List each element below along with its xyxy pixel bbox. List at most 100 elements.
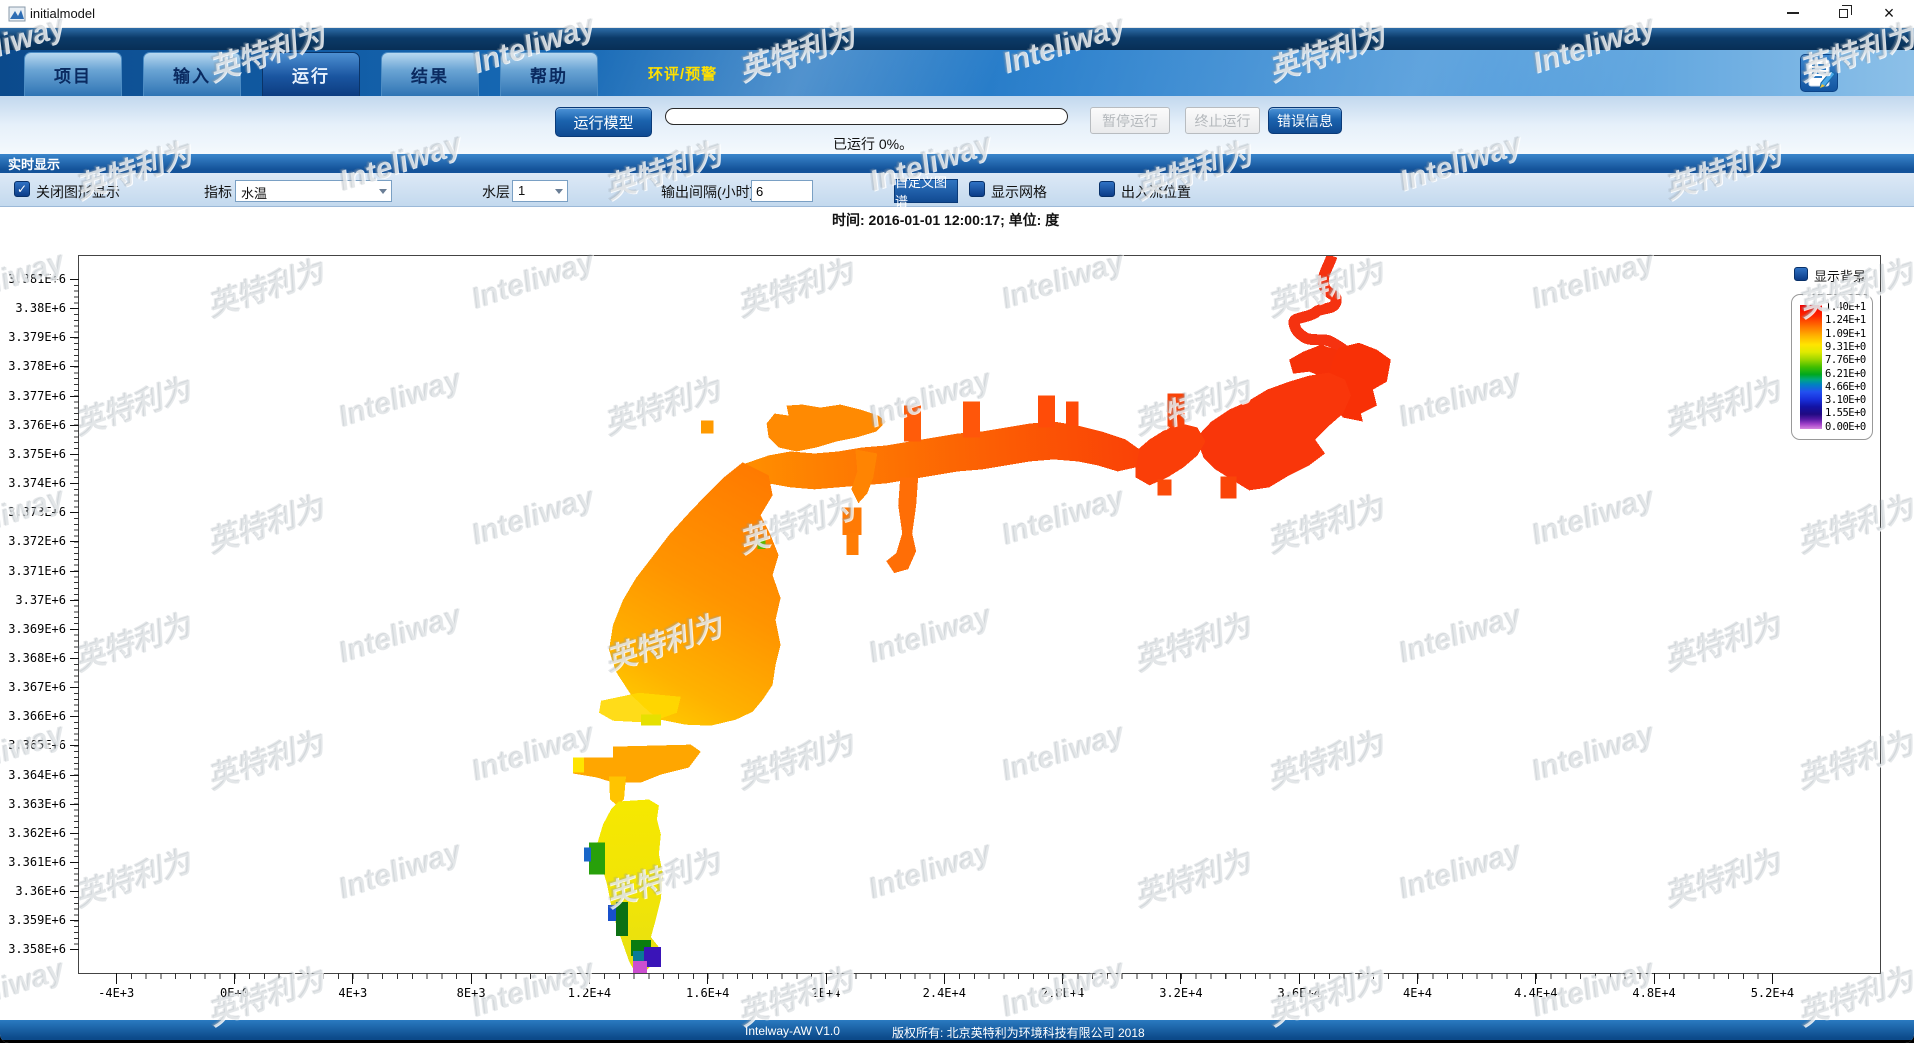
tab-bar: 项目 输入 运行 结果 帮助 环评/预警 <box>0 50 1914 96</box>
error-info-button[interactable]: 错误信息 <box>1268 107 1342 134</box>
legend-value: 3.10E+0 <box>1825 394 1866 406</box>
show-background-checkbox[interactable] <box>1794 267 1808 281</box>
y-tick: 3.368E+6 <box>70 658 79 659</box>
menu-tab[interactable]: 输入 <box>143 52 241 96</box>
app-window: initialmodel × 项目 输入 运行 结果 帮助 环评/预警 <box>0 0 1914 1043</box>
x-tick: 2.8E+4 <box>1062 973 1063 984</box>
y-tick: 3.363E+6 <box>70 804 79 805</box>
show-grid-label: 显示网格 <box>991 182 1047 202</box>
y-tick: 3.358E+6 <box>70 949 79 950</box>
chevron-down-icon <box>555 189 563 194</box>
chevron-down-icon <box>379 189 387 194</box>
y-tick: 3.372E+6 <box>70 541 79 542</box>
legend-value: 7.76E+0 <box>1825 354 1866 366</box>
menu-tab[interactable]: 运行 <box>262 52 360 96</box>
y-tick: 3.369E+6 <box>70 629 79 630</box>
menu-tab[interactable]: 项目 <box>24 52 122 96</box>
legend-value: 0.00E+0 <box>1825 421 1866 433</box>
layer-select[interactable]: 1 <box>512 180 568 202</box>
watermark-text: Inteliway <box>0 953 69 1024</box>
custom-colormap-button[interactable]: 自定义图谱 <box>894 179 958 203</box>
status-version: Intelway-AW V1.0 <box>745 1024 840 1038</box>
map-plot: 3.381E+63.38E+63.379E+63.378E+63.377E+63… <box>78 255 1881 974</box>
y-tick: 3.377E+6 <box>70 396 79 397</box>
minimize-button[interactable] <box>1776 0 1810 26</box>
x-tick: 4.4E+4 <box>1535 973 1536 984</box>
x-tick: 1.6E+4 <box>707 973 708 984</box>
y-tick: 3.373E+6 <box>70 512 79 513</box>
y-tick: 3.36E+6 <box>70 891 79 892</box>
close-graphic-checkbox[interactable]: ✓ <box>14 181 30 197</box>
y-tick: 3.364E+6 <box>70 775 79 776</box>
y-tick: 3.362E+6 <box>70 833 79 834</box>
y-tick: 3.376E+6 <box>70 425 79 426</box>
legend-value: 4.66E+0 <box>1825 381 1866 393</box>
y-tick: 3.381E+6 <box>70 279 79 280</box>
legend-value: 1.40E+1 <box>1825 301 1866 313</box>
time-text: 时间: 2016-01-01 12:00:17; 单位: 度 <box>832 210 1059 230</box>
x-tick: 3.2E+4 <box>1180 973 1181 984</box>
x-tick: 5.2E+4 <box>1772 973 1773 984</box>
x-tick: 4E+3 <box>352 973 353 984</box>
x-tick: 1.2E+4 <box>589 973 590 984</box>
y-tick: 3.378E+6 <box>70 366 79 367</box>
interval-label: 输出间隔(小时) <box>661 182 754 202</box>
close-button[interactable]: × <box>1872 0 1906 26</box>
menu-tab[interactable]: 帮助 <box>500 52 598 96</box>
legend-value: 1.09E+1 <box>1825 328 1866 340</box>
statusbar: Intelway-AW V1.0 版权所有: 北京英特利为环境科技有限公司 20… <box>0 1020 1914 1040</box>
interval-input[interactable] <box>751 180 813 202</box>
y-tick: 3.375E+6 <box>70 454 79 455</box>
legend-box: 1.40E+11.24E+1 1.09E+19.31E+07.76E+0 6.21E… <box>1791 294 1873 440</box>
run-toolbar: 运行模型 已运行 0%。 暂停运行 终止运行 错误信息 <box>0 96 1914 154</box>
x-tick: 0E+0 <box>234 973 235 984</box>
legend-colorbar <box>1800 305 1822 429</box>
y-tick: 3.379E+6 <box>70 337 79 338</box>
flow-positions-checkbox[interactable] <box>1099 181 1115 197</box>
realtime-controls: ✓ 关闭图形显示 指标 水温 水层 1 输出间隔(小时) 自定义图谱 显示网格 … <box>0 173 1914 207</box>
x-tick: -4E+3 <box>116 973 117 984</box>
menu-tabs: 项目 输入 运行 结果 帮助 <box>0 52 1914 96</box>
status-copyright: 版权所有: 北京英特利为环境科技有限公司 2018 <box>892 1024 1145 1041</box>
indicator-select[interactable]: 水温 <box>235 180 392 202</box>
y-tick: 3.366E+6 <box>70 716 79 717</box>
y-tick: 3.374E+6 <box>70 483 79 484</box>
progress-bar <box>665 108 1068 125</box>
app-icon <box>8 5 26 23</box>
legend-value: 1.24E+1 <box>1825 314 1866 326</box>
legend-value: 9.31E+0 <box>1825 341 1866 353</box>
x-tick: 8E+3 <box>471 973 472 984</box>
close-graphic-label: 关闭图形显示 <box>36 182 120 202</box>
x-tick: 2.4E+4 <box>944 973 945 984</box>
pause-run-button[interactable]: 暂停运行 <box>1090 107 1170 134</box>
window-title: initialmodel <box>30 6 95 21</box>
menu-tab[interactable]: 结果 <box>381 52 479 96</box>
progress-text: 已运行 0%。 <box>833 134 913 154</box>
y-tick: 3.359E+6 <box>70 920 79 921</box>
x-tick: 4E+4 <box>1417 973 1418 984</box>
maximize-button[interactable] <box>1826 0 1860 26</box>
document-edit-icon[interactable] <box>1800 54 1838 92</box>
y-tick: 3.38E+6 <box>70 308 79 309</box>
titlebar: initialmodel × <box>0 0 1914 28</box>
x-tick: 3.6E+4 <box>1299 973 1300 984</box>
x-tick: 2E+4 <box>826 973 827 984</box>
show-background-label: 显示背景 <box>1814 266 1866 285</box>
stop-run-button[interactable]: 终止运行 <box>1185 107 1260 134</box>
tab-env-warning[interactable]: 环评/预警 <box>648 63 717 84</box>
show-grid-checkbox[interactable] <box>969 181 985 197</box>
flow-positions-label: 出入流位置 <box>1121 182 1191 202</box>
y-tick: 3.361E+6 <box>70 862 79 863</box>
indicator-label: 指标 <box>204 182 232 202</box>
y-tick: 3.37E+6 <box>70 600 79 601</box>
temperature-map <box>79 256 1880 973</box>
realtime-section-header: 实时显示 <box>0 154 1914 173</box>
run-model-button[interactable]: 运行模型 <box>555 107 652 137</box>
y-tick: 3.365E+6 <box>70 745 79 746</box>
legend-value: 1.55E+0 <box>1825 407 1866 419</box>
y-tick: 3.371E+6 <box>70 571 79 572</box>
legend-value: 6.21E+0 <box>1825 368 1866 380</box>
layer-label: 水层 <box>482 182 510 202</box>
menu-strip <box>0 28 1914 50</box>
x-tick: 4.8E+4 <box>1654 973 1655 984</box>
